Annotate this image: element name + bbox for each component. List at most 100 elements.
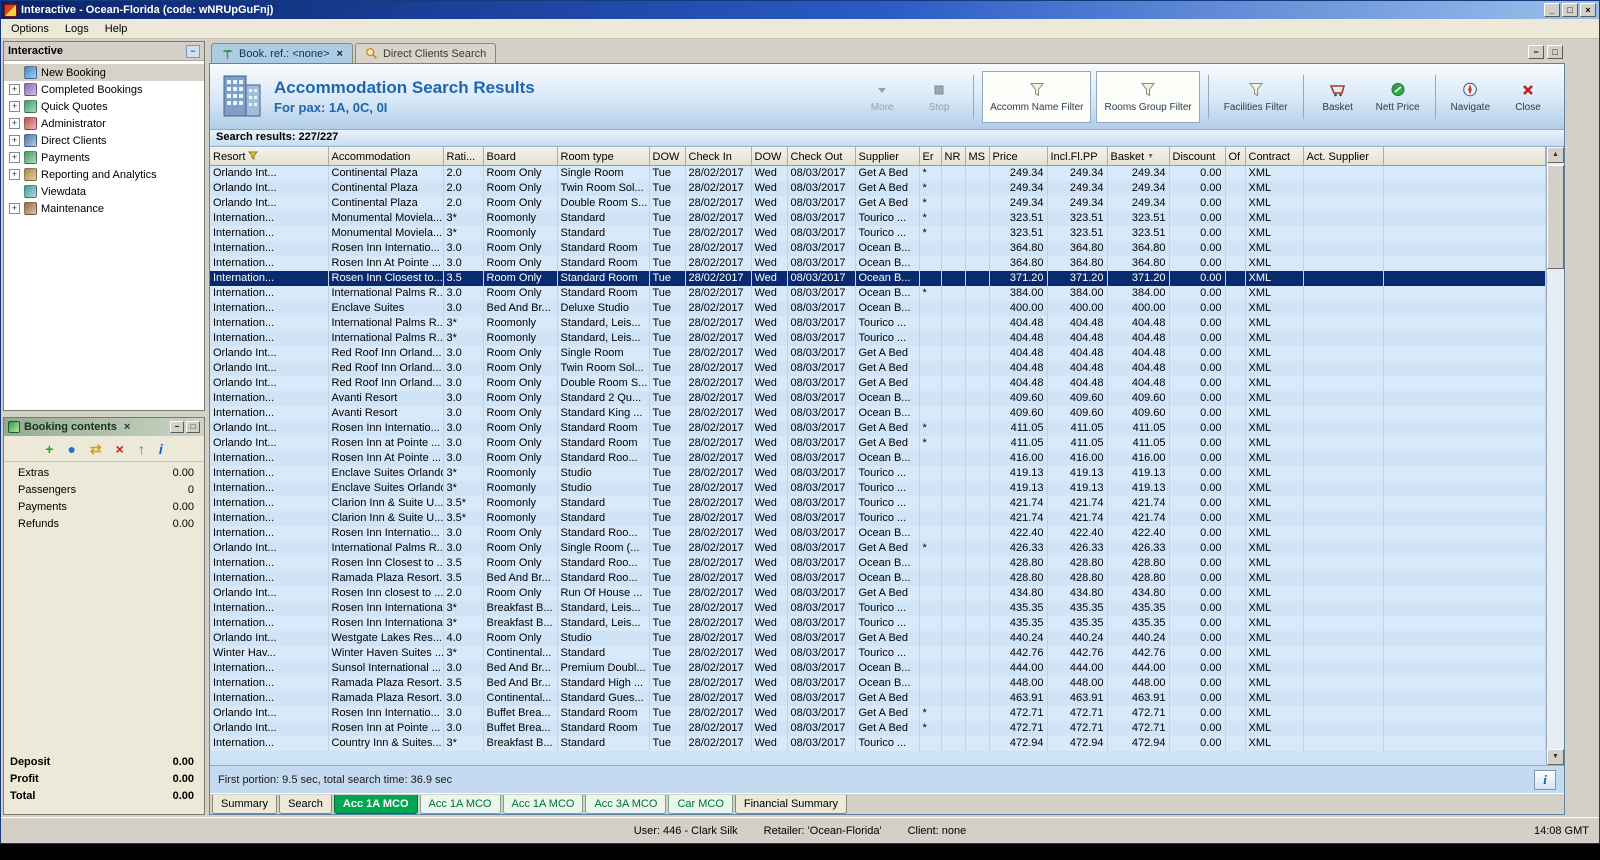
navigate-button[interactable]: Navigate	[1444, 71, 1497, 123]
table-row[interactable]: Internation...Clarion Inn & Suite U...3.…	[210, 511, 1546, 526]
facilities-filter-button[interactable]: Facilities Filter	[1217, 71, 1295, 123]
table-row[interactable]: Internation...Avanti Resort3.0Room OnlyS…	[210, 391, 1546, 406]
table-row[interactable]: Internation...Rosen Inn Internatio...3.0…	[210, 526, 1546, 541]
transfer-icon[interactable]: ⇄	[90, 442, 102, 456]
table-row[interactable]: Internation...Rosen Inn At Pointe ...3.0…	[210, 451, 1546, 466]
sidebar-item-direct-clients[interactable]: +Direct Clients	[4, 132, 204, 149]
booking-row[interactable]: Extras0.00	[4, 466, 204, 483]
sidebar-item-reporting-and-analytics[interactable]: +Reporting and Analytics	[4, 166, 204, 183]
sidebar-item-quick-quotes[interactable]: +Quick Quotes	[4, 98, 204, 115]
table-row[interactable]: Orlando Int...Continental Plaza2.0Room O…	[210, 196, 1546, 211]
table-row[interactable]: Orlando Int...Rosen Inn Internatio...3.0…	[210, 706, 1546, 721]
column-header-supplier[interactable]: Supplier	[855, 148, 919, 166]
booking-restore-button[interactable]: □	[186, 421, 200, 433]
table-row[interactable]: Orlando Int...Rosen Inn Internatio...3.0…	[210, 421, 1546, 436]
table-row[interactable]: Internation...Country Inn & Suites...3*B…	[210, 736, 1546, 751]
table-row[interactable]: Orlando Int...Rosen Inn at Pointe ...3.0…	[210, 721, 1546, 736]
vertical-scrollbar[interactable]: ▲ ▼	[1547, 147, 1564, 765]
booking-row[interactable]: Payments0.00	[4, 500, 204, 517]
booking-total-row[interactable]: Profit0.00	[4, 772, 204, 789]
column-header-resort[interactable]: Resort	[210, 148, 328, 166]
tab-direct-clients-search[interactable]: Direct Clients Search	[355, 43, 496, 63]
column-header-room-type[interactable]: Room type	[557, 148, 649, 166]
column-header-of[interactable]: Of	[1225, 148, 1245, 166]
column-header-er[interactable]: Er	[919, 148, 941, 166]
column-header-rati[interactable]: Rati...	[443, 148, 483, 166]
column-header-price[interactable]: Price	[989, 148, 1047, 166]
column-header-check-out[interactable]: Check Out	[787, 148, 855, 166]
nett-price-button[interactable]: Nett Price	[1369, 71, 1427, 123]
sidebar-item-new-booking[interactable]: New Booking	[4, 64, 204, 81]
bottom-tab-search[interactable]: Search	[279, 795, 332, 814]
table-row[interactable]: Internation...Monumental Moviela...3*Roo…	[210, 211, 1546, 226]
table-row[interactable]: Orlando Int...Rosen Inn at Pointe ...3.0…	[210, 436, 1546, 451]
bottom-tab-acc-3a-mco[interactable]: Acc 3A MCO	[585, 795, 666, 814]
minimize-button[interactable]: _	[1544, 3, 1560, 17]
table-row[interactable]: Internation...Ramada Plaza Resort...3.5B…	[210, 571, 1546, 586]
column-filter-icon[interactable]	[248, 151, 258, 162]
table-row[interactable]: Winter Hav...Winter Haven Suites ...3*Co…	[210, 646, 1546, 661]
add-icon[interactable]: +	[45, 442, 53, 456]
sidebar-item-viewdata[interactable]: Viewdata	[4, 183, 204, 200]
column-header-basket[interactable]: Basket▼	[1107, 148, 1169, 166]
table-row[interactable]: Orlando Int...Continental Plaza2.0Room O…	[210, 166, 1546, 182]
expand-toggle-icon[interactable]: +	[9, 152, 20, 163]
expand-toggle-icon[interactable]: +	[9, 135, 20, 146]
info-button[interactable]: i	[1534, 770, 1556, 790]
booking-total-row[interactable]: Total0.00	[4, 789, 204, 806]
bottom-tab-car-mco[interactable]: Car MCO	[668, 795, 732, 814]
table-row[interactable]: Internation...Rosen Inn At Pointe ...3.0…	[210, 256, 1546, 271]
menu-options[interactable]: Options	[3, 21, 57, 37]
globe-icon[interactable]: ●	[67, 442, 75, 456]
table-row[interactable]: Internation...Ramada Plaza Resort...3.0C…	[210, 691, 1546, 706]
scroll-down-icon[interactable]: ▼	[1547, 749, 1564, 765]
table-row[interactable]: Internation...Enclave Suites Orlando3*Ro…	[210, 466, 1546, 481]
rooms-group-filter-button[interactable]: Rooms Group Filter	[1096, 71, 1199, 123]
delete-icon[interactable]: ×	[116, 442, 124, 456]
column-header-discount[interactable]: Discount	[1169, 148, 1225, 166]
title-bar[interactable]: Interactive - Ocean-Florida (code: wNRUp…	[1, 1, 1599, 19]
table-row[interactable]: Internation...Ramada Plaza Resort...3.5B…	[210, 676, 1546, 691]
column-header-contract[interactable]: Contract	[1245, 148, 1303, 166]
column-header-dow[interactable]: DOW	[649, 148, 685, 166]
table-row[interactable]: Orlando Int...Red Roof Inn Orland...3.0R…	[210, 346, 1546, 361]
table-row[interactable]: Internation...International Palms R...3*…	[210, 316, 1546, 331]
table-row[interactable]: Internation...Sunsol International ...3.…	[210, 661, 1546, 676]
bottom-tab-acc-1a-mco[interactable]: Acc 1A MCO	[334, 795, 418, 814]
move-up-icon[interactable]: ↑	[138, 442, 145, 456]
basket-button[interactable]: Basket	[1312, 71, 1364, 123]
maximize-button[interactable]: □	[1562, 3, 1578, 17]
booking-contents-close-icon[interactable]: ×	[121, 421, 133, 433]
sidebar-item-payments[interactable]: +Payments	[4, 149, 204, 166]
table-row[interactable]: Orlando Int...Red Roof Inn Orland...3.0R…	[210, 376, 1546, 391]
sidebar-item-maintenance[interactable]: +Maintenance	[4, 200, 204, 217]
menu-logs[interactable]: Logs	[57, 21, 97, 37]
booking-row[interactable]: Refunds0.00	[4, 517, 204, 534]
table-row[interactable]: Orlando Int...Westgate Lakes Res...4.0Ro…	[210, 631, 1546, 646]
table-row[interactable]: Internation...International Palms R...3*…	[210, 331, 1546, 346]
table-row[interactable]: Internation...Avanti Resort3.0Room OnlyS…	[210, 406, 1546, 421]
tab-close-icon[interactable]: ×	[337, 48, 343, 60]
table-row[interactable]: Internation...Clarion Inn & Suite U...3.…	[210, 496, 1546, 511]
column-header-accommodation[interactable]: Accommodation	[328, 148, 443, 166]
close-button[interactable]: Close	[1502, 71, 1554, 123]
column-header-ms[interactable]: MS	[965, 148, 989, 166]
bottom-tab-financial-summary[interactable]: Financial Summary	[735, 795, 847, 814]
column-header-act-supplier[interactable]: Act. Supplier	[1303, 148, 1383, 166]
accomm-name-filter-button[interactable]: Accomm Name Filter	[982, 71, 1091, 123]
table-row[interactable]: Internation...Rosen Inn Internatio...3.0…	[210, 241, 1546, 256]
expand-toggle-icon[interactable]: +	[9, 118, 20, 129]
bottom-tab-acc-1a-mco[interactable]: Acc 1A MCO	[503, 795, 584, 814]
table-row[interactable]: Internation...Rosen Inn Closest to ...3.…	[210, 556, 1546, 571]
table-row[interactable]: Internation...Rosen Inn Closest to...3.5…	[210, 271, 1546, 286]
bottom-tab-acc-1a-mco[interactable]: Acc 1A MCO	[420, 795, 501, 814]
column-header-board[interactable]: Board	[483, 148, 557, 166]
close-button[interactable]: ×	[1580, 3, 1596, 17]
tab-book-ref-none[interactable]: Book. ref.: <none>×	[211, 43, 353, 63]
table-row[interactable]: Internation...International Palms R...3.…	[210, 286, 1546, 301]
expand-toggle-icon[interactable]: +	[9, 101, 20, 112]
table-row[interactable]: Orlando Int...Continental Plaza2.0Room O…	[210, 181, 1546, 196]
bottom-tab-summary[interactable]: Summary	[212, 795, 277, 814]
table-row[interactable]: Internation...Monumental Moviela...3*Roo…	[210, 226, 1546, 241]
booking-total-row[interactable]: Deposit0.00	[4, 755, 204, 772]
